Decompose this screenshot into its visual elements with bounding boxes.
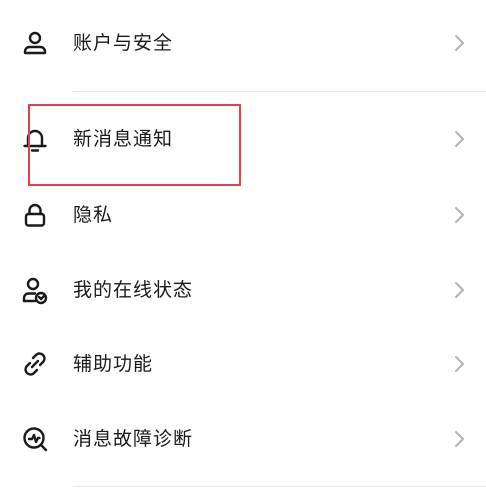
diagnose-icon — [18, 422, 52, 456]
settings-item-label: 我的在线状态 — [73, 279, 194, 301]
settings-list: 账户与安全 新消息通知 隐私 我的在线状态 辅助功能 消息故障诊断 — [0, 0, 486, 491]
lock-icon — [18, 198, 52, 232]
settings-item-label: 新消息通知 — [73, 128, 174, 150]
settings-item-label: 辅助功能 — [73, 353, 154, 375]
settings-item-label: 隐私 — [73, 204, 114, 226]
settings-item-new-message-notification[interactable]: 新消息通知 — [0, 110, 486, 170]
person-status-icon — [18, 273, 52, 307]
chevron-right-icon — [448, 204, 470, 226]
settings-item-account-security[interactable]: 账户与安全 — [0, 14, 486, 74]
settings-item-privacy[interactable]: 隐私 — [0, 186, 486, 246]
section-divider — [73, 486, 486, 487]
settings-item-message-diagnosis[interactable]: 消息故障诊断 — [0, 410, 486, 470]
link-icon — [18, 347, 52, 381]
section-divider — [73, 91, 486, 92]
person-icon — [18, 26, 52, 60]
chevron-right-icon — [448, 428, 470, 450]
chevron-right-icon — [448, 32, 470, 54]
bell-icon — [18, 122, 52, 156]
settings-item-accessibility[interactable]: 辅助功能 — [0, 335, 486, 395]
settings-item-label: 消息故障诊断 — [73, 428, 194, 450]
chevron-right-icon — [448, 279, 470, 301]
chevron-right-icon — [448, 128, 470, 150]
chevron-right-icon — [448, 353, 470, 375]
settings-item-online-status[interactable]: 我的在线状态 — [0, 261, 486, 321]
settings-item-label: 账户与安全 — [73, 32, 174, 54]
